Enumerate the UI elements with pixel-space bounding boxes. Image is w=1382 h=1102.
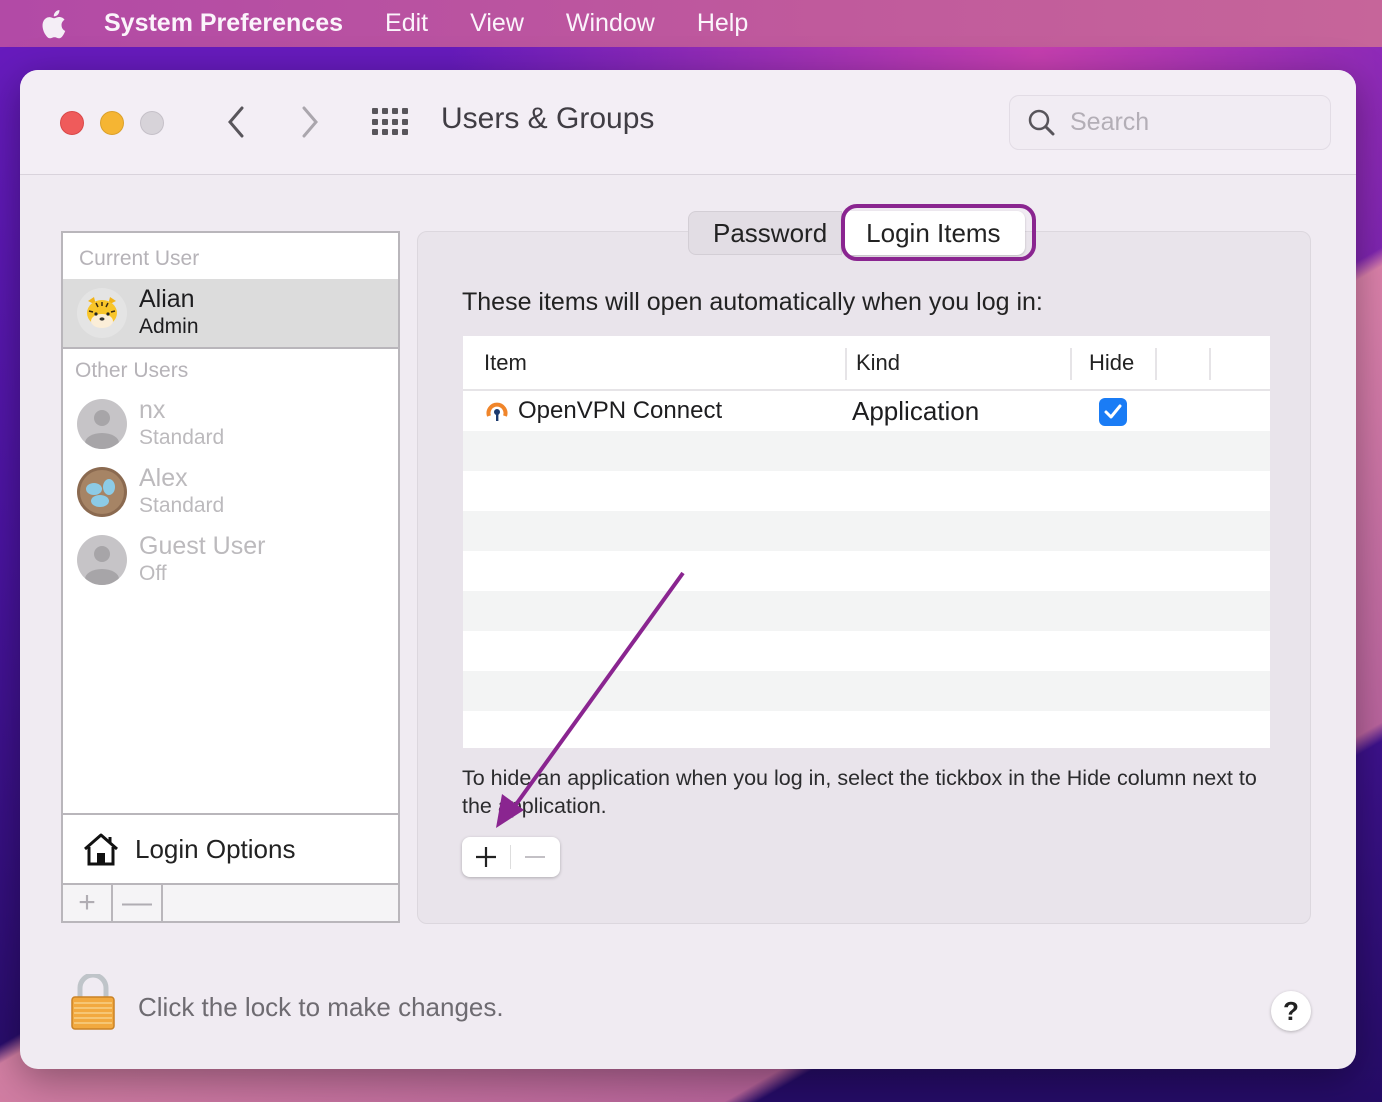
login-items-intro: These items will open automatically when…: [462, 288, 1043, 316]
tab-password[interactable]: Password: [688, 211, 843, 255]
menu-window[interactable]: Window: [566, 9, 655, 38]
checkmark-icon: [1104, 404, 1122, 419]
search-field[interactable]: [1009, 95, 1331, 150]
add-remove-control: [462, 837, 560, 877]
column-header-kind[interactable]: Kind: [856, 350, 900, 376]
sidebar-button-bar: + —: [63, 883, 398, 921]
empty-row: [463, 471, 1270, 511]
help-button[interactable]: ?: [1271, 991, 1311, 1031]
close-button[interactable]: [60, 111, 84, 135]
login-options-item[interactable]: Login Options: [63, 813, 398, 883]
empty-row: [463, 551, 1270, 591]
house-icon: [84, 833, 118, 866]
apple-logo-icon[interactable]: [38, 9, 68, 39]
openvpn-icon: [486, 402, 508, 423]
window-title: Users & Groups: [441, 102, 655, 135]
preferences-window: Users & Groups Current User Alian Admin: [20, 70, 1356, 1069]
forward-button[interactable]: [292, 104, 328, 140]
remove-user-button[interactable]: —: [113, 885, 163, 921]
remove-login-item-button[interactable]: [511, 837, 559, 877]
empty-row: [463, 631, 1270, 671]
user-role: Standard: [139, 426, 225, 449]
empty-row: [463, 431, 1270, 471]
user-row[interactable]: nx Standard: [63, 390, 398, 460]
item-name: OpenVPN Connect: [518, 397, 723, 424]
user-role: Admin: [139, 315, 199, 338]
menu-help[interactable]: Help: [697, 9, 748, 38]
menu-bar: System Preferences Edit View Window Help: [0, 0, 1382, 47]
lock-icon[interactable]: [68, 972, 118, 1030]
table-row[interactable]: OpenVPN Connect Application: [463, 391, 1270, 431]
user-row[interactable]: Alex Standard: [63, 458, 398, 528]
chevron-right-icon: [302, 106, 318, 138]
add-user-button[interactable]: +: [63, 885, 113, 921]
user-name: Alex: [139, 464, 188, 492]
user-row[interactable]: Guest User Off: [63, 526, 398, 596]
login-options-label: Login Options: [135, 833, 296, 864]
back-button[interactable]: [218, 104, 254, 140]
column-header-item[interactable]: Item: [484, 350, 527, 376]
generic-person-avatar: [77, 535, 127, 585]
hide-hint-text: To hide an application when you log in, …: [462, 766, 1257, 818]
zoom-button[interactable]: [140, 111, 164, 135]
search-input[interactable]: [1070, 108, 1310, 137]
chevron-left-icon: [228, 106, 244, 138]
menu-edit[interactable]: Edit: [385, 9, 428, 38]
users-list: Current User Alian Admin Other Users nx: [61, 231, 400, 923]
user-name: Alian: [139, 285, 195, 313]
table-header: Item Kind Hide: [463, 336, 1270, 391]
minus-icon: [525, 856, 545, 858]
empty-row: [463, 671, 1270, 711]
item-kind: Application: [852, 396, 980, 426]
generic-person-avatar: [77, 399, 127, 449]
menu-app-name[interactable]: System Preferences: [104, 9, 343, 38]
minimize-button[interactable]: [100, 111, 124, 135]
lock-status-text: Click the lock to make changes.: [138, 992, 504, 1022]
add-login-item-button[interactable]: [462, 837, 510, 877]
tab-bar: Password Login Items: [688, 211, 1025, 255]
bird-nest-eggs-avatar: [77, 467, 127, 517]
empty-row: [463, 591, 1270, 631]
menu-view[interactable]: View: [470, 9, 524, 38]
empty-row: [463, 711, 1270, 748]
user-row-current[interactable]: Alian Admin: [63, 279, 398, 349]
column-header-hide[interactable]: Hide: [1089, 350, 1134, 376]
show-all-grid-icon[interactable]: [372, 108, 410, 136]
toolbar: Users & Groups: [20, 70, 1356, 175]
user-name: nx: [139, 396, 166, 424]
user-role: Off: [139, 562, 167, 585]
tiger-avatar: [77, 288, 127, 338]
search-icon: [1028, 109, 1055, 135]
other-users-label: Other Users: [75, 359, 189, 382]
user-name: Guest User: [139, 532, 266, 560]
login-items-table: Item Kind Hide OpenVPN Connect Applicati…: [463, 336, 1270, 748]
tab-login-items[interactable]: Login Items: [842, 211, 1025, 255]
empty-row: [463, 511, 1270, 551]
hide-checkbox[interactable]: [1099, 398, 1127, 426]
user-role: Standard: [139, 494, 225, 517]
plus-icon: [476, 847, 496, 867]
current-user-label: Current User: [79, 247, 200, 270]
